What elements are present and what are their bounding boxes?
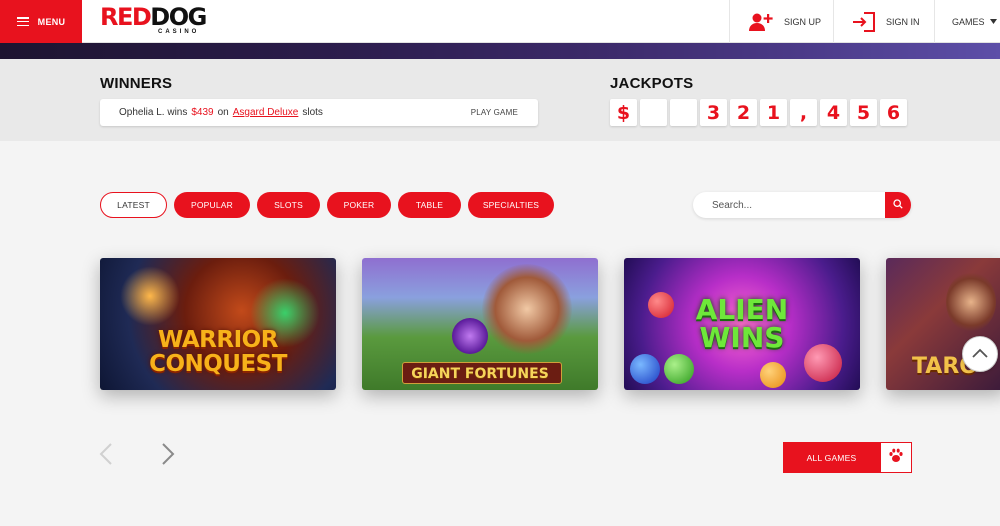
winner-amount: $439	[191, 107, 214, 118]
jackpot-counter: $ 3 2 1 , 4 5 6	[610, 99, 907, 126]
site-header: MENU REDDOG CASINO SIGN UP SIGN IN GAMES	[0, 0, 1000, 43]
winner-game-type: slots	[302, 107, 323, 118]
site-logo[interactable]: REDDOG CASINO	[100, 5, 210, 39]
winner-ticker: Ophelia L. wins $439 on Asgard Deluxe slots …	[100, 99, 538, 126]
user-plus-icon	[748, 12, 774, 32]
game-filter-tabs: LATEST POPULAR SLOTS POKER TABLE SPECIAL…	[100, 192, 554, 218]
jackpot-digit	[670, 99, 697, 126]
filter-table[interactable]: TABLE	[398, 192, 461, 218]
game-title-line2: WINS	[699, 321, 785, 354]
promo-banner-strip[interactable]	[0, 43, 1000, 59]
tile-art	[120, 266, 180, 326]
tile-art	[946, 272, 996, 332]
search-input[interactable]	[693, 192, 885, 218]
chevron-up-icon	[972, 345, 988, 363]
jackpot-digit: 3	[700, 99, 727, 126]
logo-text-red: RED	[100, 3, 152, 31]
winner-game-link[interactable]: Asgard Deluxe	[233, 107, 299, 118]
all-games-label: ALL GAMES	[783, 442, 880, 473]
chevron-right-icon	[160, 443, 176, 470]
winner-on: on	[217, 107, 229, 118]
filter-popular[interactable]: POPULAR	[174, 192, 250, 218]
jackpot-digit: 1	[760, 99, 787, 126]
tile-art	[760, 362, 786, 388]
game-title-line1: GIANT FORTUNES	[411, 366, 549, 382]
play-game-button[interactable]: PLAY GAME	[471, 108, 518, 117]
sign-in-label: SIGN IN	[886, 16, 920, 27]
search-box	[693, 192, 911, 218]
jackpot-digit: 4	[820, 99, 847, 126]
all-games-button[interactable]: ALL GAMES	[783, 442, 912, 473]
logo-subtext: CASINO	[158, 29, 200, 35]
jackpots-title: JACKPOTS	[610, 75, 694, 92]
tile-art	[630, 354, 660, 384]
game-title-line1: WARRIOR	[158, 327, 278, 353]
game-tile-giant-fortunes[interactable]: GIANT FORTUNES	[362, 258, 598, 390]
game-tile-warrior-conquest[interactable]: WARRIOR CONQUEST	[100, 258, 336, 390]
sign-in-icon	[852, 11, 876, 32]
games-dropdown[interactable]: GAMES	[934, 0, 1000, 43]
winners-jackpots-bar: WINNERS Ophelia L. wins $439 on Asgard Delu…	[0, 59, 1000, 141]
jackpot-digit: ,	[790, 99, 817, 126]
paw-icon	[888, 448, 904, 468]
carousel-next-button[interactable]	[160, 442, 176, 466]
chevron-left-icon	[98, 443, 114, 470]
winner-name: Ophelia L. wins	[119, 107, 188, 118]
games-label: GAMES	[952, 16, 985, 27]
game-tile-alien-wins[interactable]: ALIEN WINS	[624, 258, 860, 390]
tile-art	[452, 318, 488, 354]
jackpot-digit: 5	[850, 99, 877, 126]
sign-up-button[interactable]: SIGN UP	[729, 0, 833, 43]
jackpot-digit	[640, 99, 667, 126]
filter-slots[interactable]: SLOTS	[257, 192, 320, 218]
chevron-down-icon	[989, 19, 997, 24]
search-button[interactable]	[885, 192, 911, 218]
sign-up-label: SIGN UP	[784, 16, 822, 27]
search-icon	[893, 196, 903, 214]
filter-latest[interactable]: LATEST	[100, 192, 167, 218]
menu-label: MENU	[37, 16, 66, 27]
scroll-to-top-button[interactable]	[962, 336, 998, 372]
game-title-line2: CONQUEST	[149, 351, 287, 377]
jackpot-digit: $	[610, 99, 637, 126]
tile-art	[482, 264, 572, 354]
filter-poker[interactable]: POKER	[327, 192, 391, 218]
menu-button[interactable]: MENU	[0, 0, 82, 43]
carousel-prev-button[interactable]	[98, 442, 114, 466]
logo-text-dog: DOG	[150, 3, 207, 31]
winners-title: WINNERS	[100, 75, 173, 92]
filter-specialties[interactable]: SPECIALTIES	[468, 192, 554, 218]
hamburger-icon	[16, 17, 29, 26]
sign-in-button[interactable]: SIGN IN	[833, 0, 934, 43]
jackpot-digit: 6	[880, 99, 907, 126]
game-title-line1: ALIEN	[695, 293, 789, 326]
tile-art	[664, 354, 694, 384]
jackpot-digit: 2	[730, 99, 757, 126]
